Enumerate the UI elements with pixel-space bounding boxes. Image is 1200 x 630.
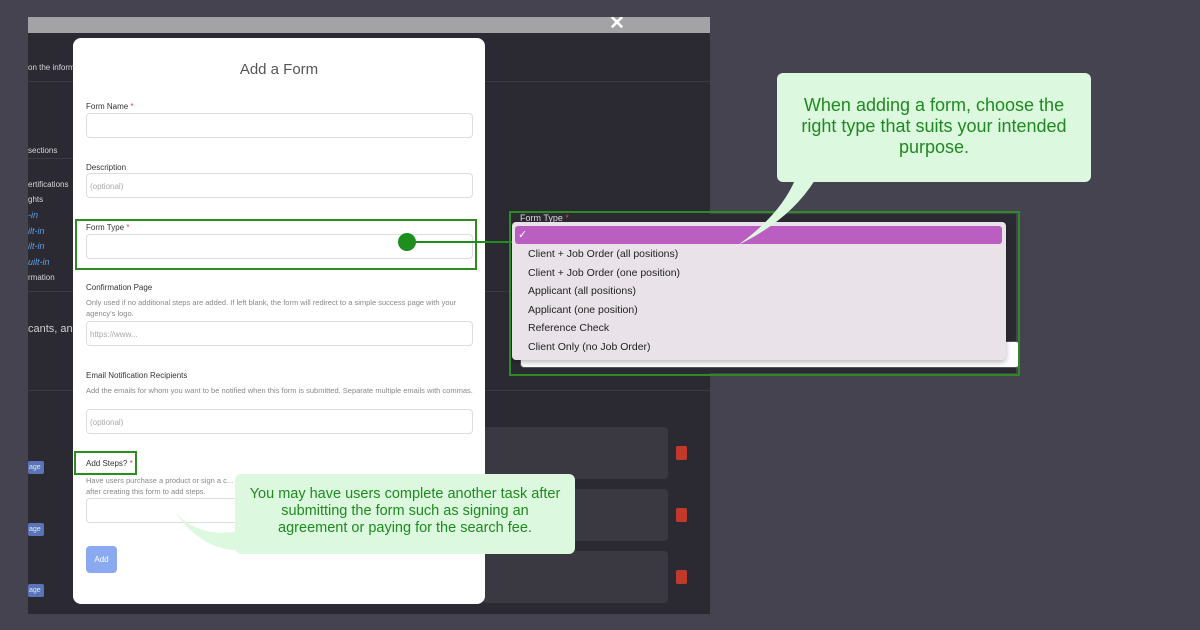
callout-tail-top [738, 180, 815, 245]
form-type-tip-callout: When adding a form, choose the right typ… [777, 73, 1091, 182]
add-steps-tip-callout: You may have users complete another task… [235, 474, 575, 554]
